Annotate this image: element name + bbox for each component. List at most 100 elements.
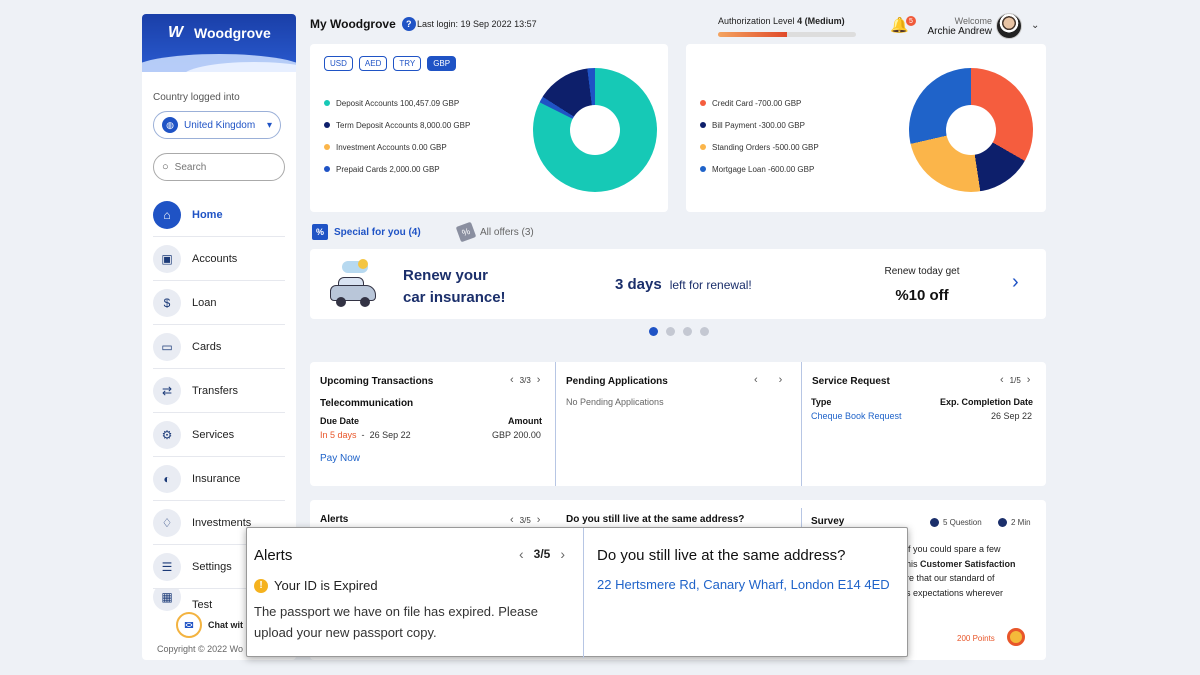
- section-title: Pending Applications: [566, 376, 668, 387]
- currency-try[interactable]: TRY: [393, 56, 422, 71]
- survey-questions: 5 Question: [930, 518, 982, 527]
- survey-duration: 2 Min: [998, 518, 1031, 527]
- survey-line: if you could spare a few: [906, 544, 1001, 554]
- chevron-right-icon[interactable]: ›: [560, 546, 565, 562]
- legend-label: Prepaid Cards 2,000.00 GBP: [336, 164, 440, 174]
- upcoming-transactions: Upcoming Transactions ‹ 3/3 › Telecommun…: [310, 362, 556, 486]
- renewal-countdown: 3 days left for renewal!: [615, 276, 752, 293]
- liabilities-legend: Credit Card -700.00 GBP Bill Payment -30…: [700, 92, 819, 180]
- survey-description: if you could spare a few his Customer Sa…: [906, 542, 1036, 600]
- legend-label: Bill Payment -300.00 GBP: [712, 120, 805, 130]
- chevron-left-icon[interactable]: ‹: [519, 546, 524, 562]
- user-greeting: Welcome Archie Andrew: [922, 16, 992, 37]
- legend-item: Credit Card -700.00 GBP: [700, 92, 819, 114]
- survey-title: Survey: [811, 516, 845, 527]
- search-input[interactable]: [174, 161, 265, 173]
- brand-header: W Woodgrove: [142, 14, 296, 72]
- pager: ‹ 3/5 ›: [510, 514, 540, 526]
- tab-special-for-you[interactable]: % Special for you (4): [312, 224, 421, 240]
- service-request: Service Request ‹ 1/5 › Type Exp. Comple…: [802, 362, 1046, 486]
- service-type-link[interactable]: Cheque Book Request: [811, 411, 902, 421]
- liabilities-donut-chart[interactable]: [909, 68, 1033, 192]
- country-value: United Kingdom: [184, 119, 256, 131]
- alert-body: The passport we have on file has expired…: [254, 604, 539, 640]
- help-icon[interactable]: ?: [401, 17, 416, 31]
- empty-state: No Pending Applications: [566, 397, 664, 407]
- nav-item-accounts[interactable]: ▣ Accounts: [153, 237, 285, 281]
- currency-selector: USD AED TRY GBP: [324, 56, 457, 71]
- carousel-dot[interactable]: [700, 327, 709, 336]
- briefcase-icon: ▣: [153, 244, 181, 273]
- due-in: In 5 days: [320, 430, 357, 440]
- nav-item-loan[interactable]: $ Loan: [153, 281, 285, 325]
- chevron-right-icon[interactable]: ›: [779, 374, 783, 386]
- search-box[interactable]: ○: [153, 153, 285, 181]
- summary-card: Upcoming Transactions ‹ 3/3 › Telecommun…: [310, 362, 1046, 486]
- days-suffix: left for renewal!: [669, 278, 752, 292]
- due-date-value: In 5 days - 26 Sep 22: [320, 430, 411, 440]
- address-link[interactable]: 22 Hertsmere Rd, Canary Wharf, London E1…: [597, 577, 890, 592]
- home-icon: ⌂: [153, 200, 181, 229]
- currency-gbp[interactable]: GBP: [427, 56, 457, 71]
- auth-label: Authorization Level: [718, 16, 795, 26]
- carousel-dot[interactable]: [683, 327, 692, 336]
- chevron-right-icon[interactable]: ›: [537, 374, 541, 386]
- currency-usd[interactable]: USD: [324, 56, 353, 71]
- carousel-dot[interactable]: [649, 327, 658, 336]
- avatar[interactable]: [996, 13, 1022, 39]
- zoom-alerts-title: Alerts: [254, 547, 293, 564]
- chevron-right-icon[interactable]: ›: [1027, 374, 1031, 386]
- nav-item-home[interactable]: ⌂ Home: [153, 193, 285, 237]
- nav-item-services[interactable]: ⚙ Services: [153, 413, 285, 457]
- brand-logo[interactable]: W Woodgrove: [168, 24, 271, 42]
- carousel-dot[interactable]: [666, 327, 675, 336]
- brand-name: Woodgrove: [194, 25, 271, 41]
- pager: ‹ 1/5 ›: [1000, 374, 1030, 386]
- nav-item-insurance[interactable]: ◐ Insurance: [153, 457, 285, 501]
- survey-questions-value: 5 Question: [943, 518, 982, 527]
- transaction-name: Telecommunication: [320, 398, 414, 409]
- pending-applications: Pending Applications ‹ › No Pending Appl…: [556, 362, 802, 486]
- tab-label: Special for you (4): [334, 226, 421, 238]
- survey-line: his Customer Satisfaction: [906, 557, 1036, 572]
- chevron-left-icon[interactable]: ‹: [1000, 374, 1004, 386]
- assets-card: USD AED TRY GBP Deposit Accounts 100,457…: [310, 44, 668, 212]
- country-select[interactable]: ◍ United Kingdom ▾: [153, 111, 281, 139]
- chevron-right-icon[interactable]: ›: [537, 514, 541, 526]
- currency-aed[interactable]: AED: [358, 56, 388, 71]
- nav-item-cards[interactable]: ▭ Cards: [153, 325, 285, 369]
- legend-item: Bill Payment -300.00 GBP: [700, 114, 819, 136]
- gift-icon: %: [312, 224, 328, 240]
- pager-value: 3/5: [519, 515, 531, 525]
- due-date: 26 Sep 22: [369, 430, 411, 440]
- nav-label: Test: [192, 599, 213, 611]
- banner-title-line: car insurance!: [403, 289, 506, 306]
- services-icon: ⚙: [153, 420, 181, 449]
- carousel-dots: [649, 327, 709, 336]
- copyright: Copyright © 2022 Wo: [157, 644, 244, 654]
- tab-all-offers[interactable]: % All offers (3): [455, 221, 534, 243]
- authorization-level: Authorization Level 4 (Medium): [718, 16, 845, 26]
- legend-item: Term Deposit Accounts 8,000.00 GBP: [324, 114, 470, 136]
- chevron-left-icon[interactable]: ‹: [510, 374, 514, 386]
- legend-label: Deposit Accounts 100,457.09 GBP: [336, 98, 460, 108]
- offer-banner[interactable]: Renew your car insurance! 3 days left fo…: [310, 249, 1046, 319]
- banner-title-line: Renew your: [403, 267, 489, 284]
- chevron-left-icon[interactable]: ‹: [510, 514, 514, 526]
- nav-label: Cards: [192, 340, 222, 353]
- chevron-down-icon[interactable]: ⌄: [1031, 20, 1039, 31]
- zoom-alerts-panel: Alerts ‹ 3/5 › ! Your ID is Expired The …: [247, 528, 584, 658]
- chevron-right-icon[interactable]: ›: [1012, 271, 1019, 294]
- survey-line: s expectations wherever: [906, 587, 1004, 598]
- type-label: Type: [811, 397, 832, 407]
- nav-item-transfers[interactable]: ⇄ Transfers: [153, 369, 285, 413]
- chat-button[interactable]: ✉ Chat wit: [176, 612, 243, 638]
- assets-donut-chart[interactable]: [533, 68, 657, 192]
- chevron-left-icon[interactable]: ‹: [754, 374, 758, 386]
- renew-today-label: Renew today get: [884, 266, 960, 277]
- alerts-title: Alerts: [320, 514, 349, 525]
- warning-icon: !: [254, 578, 268, 593]
- legend-item: Prepaid Cards 2,000.00 GBP: [324, 158, 470, 180]
- pay-now-link[interactable]: Pay Now: [320, 453, 360, 464]
- exp-date-value: 26 Sep 22: [991, 411, 1033, 421]
